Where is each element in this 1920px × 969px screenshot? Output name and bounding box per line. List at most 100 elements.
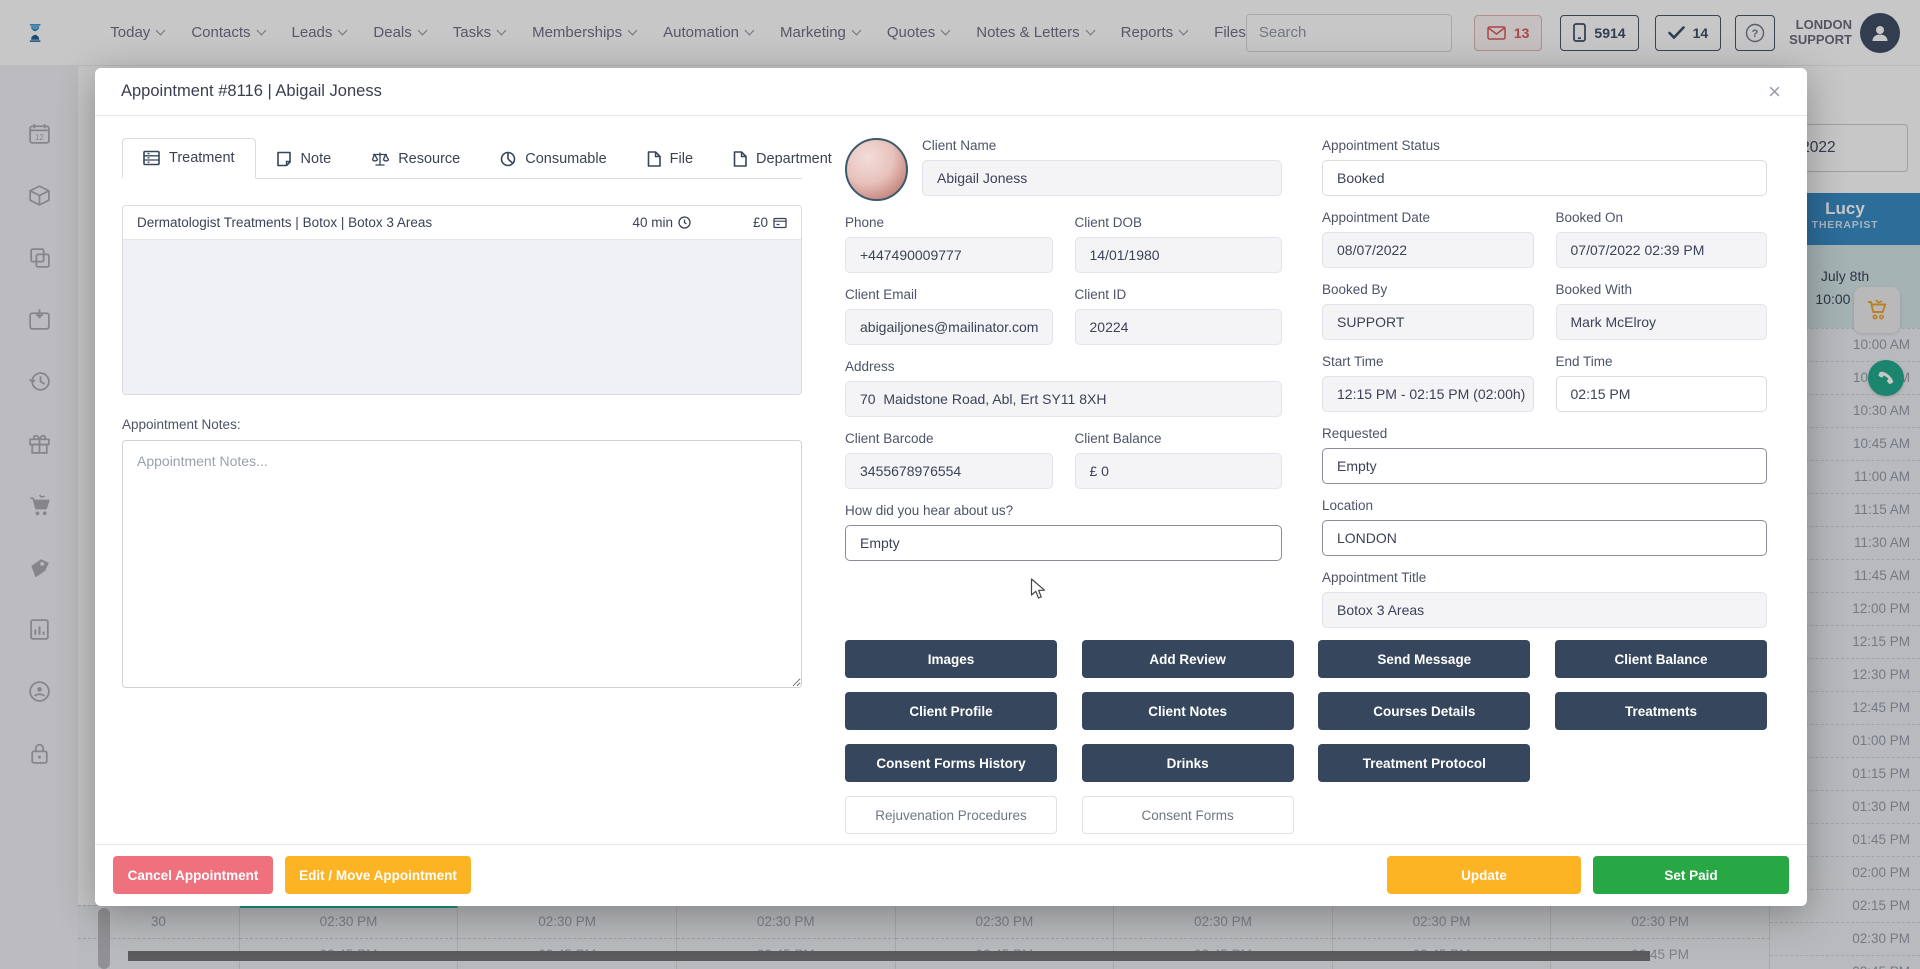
requested-label: Requested: [1322, 426, 1767, 441]
client-dob-field: 14/01/1980: [1075, 237, 1283, 273]
file-icon: [647, 151, 661, 167]
close-icon[interactable]: ×: [1768, 81, 1781, 103]
client-balance-field: £ 0: [1075, 453, 1283, 489]
appointment-title-label: Appointment Title: [1322, 570, 1767, 585]
treatment-name: Dermatologist Treatments | Botox | Botox…: [137, 215, 632, 230]
appointment-status-label: Appointment Status: [1322, 138, 1767, 153]
end-time-select[interactable]: 02:15 PM: [1556, 376, 1768, 412]
tab-label: File: [670, 151, 693, 167]
booked-by-label: Booked By: [1322, 282, 1534, 297]
phone-field: +447490009777: [845, 237, 1053, 273]
tab-label: Resource: [398, 151, 460, 167]
treatments-button[interactable]: Treatments: [1555, 692, 1767, 730]
client-balance-label: Client Balance: [1075, 431, 1283, 446]
price-toggle-icon[interactable]: [773, 217, 787, 229]
document-icon: [733, 151, 747, 167]
client-balance-button[interactable]: Client Balance: [1555, 640, 1767, 678]
location-select[interactable]: LONDON: [1322, 520, 1767, 556]
treatment-list: Dermatologist Treatments | Botox | Botox…: [122, 205, 802, 395]
scale-icon: [371, 151, 389, 167]
hear-about-select[interactable]: Empty: [845, 525, 1282, 561]
tab-consumable[interactable]: Consumable: [480, 140, 626, 178]
client-email-label: Client Email: [845, 287, 1053, 302]
appointment-status-field[interactable]: Booked: [1322, 160, 1767, 196]
modal-title: Appointment #8116 | Abigail Joness: [121, 82, 382, 101]
booked-by-field: SUPPORT: [1322, 304, 1534, 340]
tab-label: Department: [756, 151, 832, 167]
tab-label: Treatment: [169, 150, 235, 166]
tab-treatment[interactable]: Treatment: [122, 138, 256, 179]
consent-forms-button[interactable]: Consent Forms: [1082, 796, 1294, 834]
duration-value: 40 min: [632, 215, 673, 230]
tab-label: Note: [301, 151, 332, 167]
appointment-date-field: 08/07/2022: [1322, 232, 1534, 268]
appointment-notes-label: Appointment Notes:: [122, 417, 802, 432]
start-time-label: Start Time: [1322, 354, 1534, 369]
rejuvenation-procedures-button[interactable]: Rejuvenation Procedures: [845, 796, 1057, 834]
end-time-label: End Time: [1556, 354, 1768, 369]
modal-footer: Cancel Appointment Edit / Move Appointme…: [95, 844, 1807, 905]
tab-resource[interactable]: Resource: [351, 140, 480, 178]
images-button[interactable]: Images: [845, 640, 1057, 678]
tab-file[interactable]: File: [627, 140, 713, 178]
treatment-duration: 40 min: [632, 215, 691, 230]
treatment-icon: [143, 150, 160, 166]
tab-label: Consumable: [525, 151, 606, 167]
modal-body: Treatment Note Resource Consumable: [95, 116, 1807, 844]
appointment-details: Appointment Status Booked Appointment Da…: [1322, 138, 1767, 628]
grid-spacer: [1555, 744, 1767, 782]
booked-on-label: Booked On: [1556, 210, 1768, 225]
edit-move-appointment-button[interactable]: Edit / Move Appointment: [285, 856, 471, 894]
client-email-field: abigailjones@mailinator.com: [845, 309, 1053, 345]
drinks-button[interactable]: Drinks: [1082, 744, 1294, 782]
treatment-price: £0: [753, 215, 787, 230]
client-details: Client Name Abigail Joness Phone +447490…: [845, 138, 1282, 628]
appointment-date-label: Appointment Date: [1322, 210, 1534, 225]
note-icon: [276, 151, 292, 167]
tab-note[interactable]: Note: [256, 140, 352, 178]
start-time-field: 12:15 PM - 02:15 PM (02:00h): [1322, 376, 1534, 412]
client-id-field: 20224: [1075, 309, 1283, 345]
treatment-protocol-button[interactable]: Treatment Protocol: [1318, 744, 1530, 782]
client-name-field: Abigail Joness: [922, 160, 1282, 196]
client-id-label: Client ID: [1075, 287, 1283, 302]
add-review-button[interactable]: Add Review: [1082, 640, 1294, 678]
courses-details-button[interactable]: Courses Details: [1318, 692, 1530, 730]
consent-forms-history-button[interactable]: Consent Forms History: [845, 744, 1057, 782]
address-field: 70 Maidstone Road, Abl, Ert SY11 8XH: [845, 381, 1282, 417]
update-button[interactable]: Update: [1387, 856, 1581, 894]
client-avatar[interactable]: [845, 138, 908, 201]
appointment-title-field: Botox 3 Areas: [1322, 592, 1767, 628]
phone-label: Phone: [845, 215, 1053, 230]
booked-with-field: Mark McElroy: [1556, 304, 1768, 340]
treatment-row[interactable]: Dermatologist Treatments | Botox | Botox…: [123, 206, 801, 240]
pie-chart-icon: [500, 151, 516, 167]
booked-on-field: 07/07/2022 02:39 PM: [1556, 232, 1768, 268]
price-value: £0: [753, 215, 768, 230]
action-buttons: Images Add Review Send Message Client Ba…: [845, 640, 1767, 834]
set-paid-button[interactable]: Set Paid: [1593, 856, 1789, 894]
treatment-list-empty-area: [123, 240, 801, 395]
app-root: Today Contacts Leads Deals Tasks Members…: [0, 0, 1920, 969]
appointment-modal: Appointment #8116 | Abigail Joness × Tre…: [95, 68, 1807, 906]
details-section: Client Name Abigail Joness Phone +447490…: [845, 138, 1767, 844]
client-name-label: Client Name: [922, 138, 1282, 153]
requested-select[interactable]: Empty: [1322, 448, 1767, 484]
cancel-appointment-button[interactable]: Cancel Appointment: [113, 856, 273, 894]
client-barcode-field: 3455678976554: [845, 453, 1053, 489]
client-dob-label: Client DOB: [1075, 215, 1283, 230]
location-label: Location: [1322, 498, 1767, 513]
tab-bar: Treatment Note Resource Consumable: [122, 138, 802, 179]
booked-with-label: Booked With: [1556, 282, 1768, 297]
client-barcode-label: Client Barcode: [845, 431, 1053, 446]
clock-icon: [678, 216, 691, 229]
modal-header: Appointment #8116 | Abigail Joness ×: [95, 68, 1807, 116]
appointment-notes-textarea[interactable]: [122, 440, 802, 688]
address-label: Address: [845, 359, 1282, 374]
tab-department[interactable]: Department: [713, 140, 852, 178]
client-profile-button[interactable]: Client Profile: [845, 692, 1057, 730]
treatment-section: Treatment Note Resource Consumable: [122, 138, 802, 844]
send-message-button[interactable]: Send Message: [1318, 640, 1530, 678]
hear-about-label: How did you hear about us?: [845, 503, 1282, 518]
client-notes-button[interactable]: Client Notes: [1082, 692, 1294, 730]
